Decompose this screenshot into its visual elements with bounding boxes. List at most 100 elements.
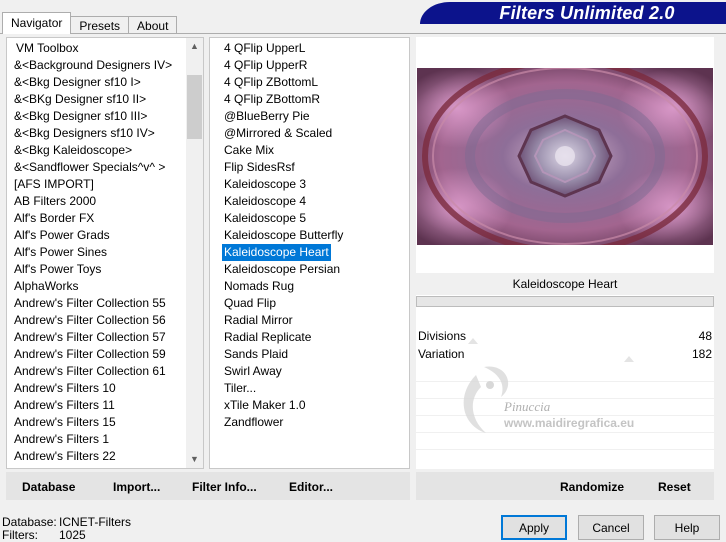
filter-item[interactable]: Swirl Away [210,363,409,380]
filter-item-label: Quad Flip [224,296,277,310]
filter-item-label: Zandflower [224,415,284,429]
category-list[interactable]: VM Toolbox &<Background Designers IV> &<Bk… [6,37,204,469]
filter-item[interactable]: Sands Plaid [210,346,409,363]
filter-item[interactable]: 4 QFlip ZBottomL [210,74,409,91]
category-item[interactable]: Alf's Power Grads [7,227,203,244]
preview-panel: Kaleidoscope Heart Divisions 48 Variatio… [416,37,714,469]
category-item[interactable]: Andrew's Filters 1 [7,431,203,448]
status-label: Database: [2,515,57,529]
cancel-button[interactable]: Cancel [578,515,644,540]
progress-bar [416,296,714,307]
category-item[interactable]: Andrew's Filter Collection 57 [7,329,203,346]
category-item[interactable]: Alf's Power Toys [7,261,203,278]
list-toolbar: Database Import... Filter Info... Editor… [6,472,410,500]
param-divider [416,432,714,433]
filter-item-label: Nomads Rug [224,279,295,293]
filter-item-label: xTile Maker 1.0 [224,398,306,412]
tab-about[interactable]: About [128,16,178,34]
help-button[interactable]: Help [654,515,720,540]
category-item[interactable]: AB Filters 2000 [7,193,203,210]
filter-item[interactable]: Nomads Rug [210,278,409,295]
param-divider [416,381,714,382]
category-item[interactable]: Andrew's Filter Collection 61 [7,363,203,380]
apply-button[interactable]: Apply [501,515,567,540]
scroll-up-icon[interactable]: ▲ [186,38,203,55]
filter-item[interactable]: Quad Flip [210,295,409,312]
preview-toolbar: Randomize Reset [416,472,714,500]
filter-item[interactable]: Radial Replicate [210,329,409,346]
randomize-button[interactable]: Randomize [560,472,624,500]
filter-item-label: Kaleidoscope 3 [224,177,307,191]
watermark-name: Pinuccia [503,399,551,414]
preview-image [417,68,713,245]
param-label: Divisions [418,329,467,343]
category-item[interactable]: &<BKg Designer sf10 II> [7,91,203,108]
tab-presets[interactable]: Presets [70,16,130,34]
category-item[interactable]: Andrew's Filters 15 [7,414,203,431]
filter-item-label: Kaleidoscope Butterfly [224,228,344,242]
filter-item-label: Sands Plaid [224,347,289,361]
filter-item[interactable]: 4 QFlip UpperL [210,40,409,57]
category-item[interactable]: Alf's Power Sines [7,244,203,261]
watermark-url: www.maidiregrafica.eu [503,416,634,430]
tab-navigator[interactable]: Navigator [2,12,72,34]
reset-button[interactable]: Reset [658,472,691,500]
tab-strip: Navigator Presets About [2,12,178,34]
category-item[interactable]: Andrew's Filter Collection 59 [7,346,203,363]
scrollbar-thumb[interactable] [187,75,202,139]
filter-item[interactable]: xTile Maker 1.0 [210,397,409,414]
filter-item[interactable]: Cake Mix [210,142,409,159]
category-item[interactable]: Andrew's Filter Collection 56 [7,312,203,329]
database-button[interactable]: Database [22,472,75,500]
scroll-down-icon[interactable]: ▼ [186,451,203,468]
param-value: 48 [698,329,712,343]
filter-item[interactable]: Kaleidoscope Persian [210,261,409,278]
category-item[interactable]: [AFS IMPORT] [7,176,203,193]
category-item[interactable]: &<Bkg Designer sf10 I> [7,74,203,91]
app-title: Filters Unlimited 2.0 [499,2,675,23]
filter-item[interactable]: Tiler... [210,380,409,397]
filter-item[interactable]: Kaleidoscope Butterfly [210,227,409,244]
category-item[interactable]: Alf's Border FX [7,210,203,227]
category-item[interactable]: &<Bkg Designers sf10 IV> [7,125,203,142]
category-item[interactable]: VM Toolbox [7,40,203,57]
filter-item[interactable]: Kaleidoscope 4 [210,193,409,210]
category-item[interactable]: &<Sandflower Specials^v^ > [7,159,203,176]
filter-item[interactable]: Kaleidoscope 3 [210,176,409,193]
filter-item-label: Tiler... [224,381,257,395]
status-database: Database: ICNET-Filters [2,515,131,529]
filter-item-label: 4 QFlip ZBottomL [224,75,319,89]
param-divider [416,398,714,399]
category-item[interactable]: &<Bkg Designer sf10 III> [7,108,203,125]
param-value: 182 [691,347,712,361]
filter-item[interactable]: 4 QFlip ZBottomR [210,91,409,108]
category-item[interactable]: Andrew's Filter Collection 55 [7,295,203,312]
filter-item-label: Radial Replicate [224,330,312,344]
filter-item[interactable]: Kaleidoscope Heart [210,243,409,262]
param-divisions[interactable]: Divisions 48 [416,328,714,345]
filter-item-label: @Mirrored & Scaled [224,126,333,140]
filter-item-label: Swirl Away [224,364,282,378]
category-item[interactable]: Andrew's Filters 22 [7,448,203,465]
filter-item[interactable]: Zandflower [210,414,409,431]
filter-item[interactable]: Kaleidoscope 5 [210,210,409,227]
import-button[interactable]: Import... [113,472,160,500]
filter-list[interactable]: 4 QFlip UpperL 4 QFlip UpperR 4 QFlip ZBot… [209,37,410,469]
category-item[interactable]: Andrew's Filters 11 [7,397,203,414]
filter-item[interactable]: 4 QFlip UpperR [210,57,409,74]
filter-item[interactable]: Radial Mirror [210,312,409,329]
filter-items: 4 QFlip UpperL 4 QFlip UpperR 4 QFlip ZBot… [210,40,409,431]
filter-item[interactable]: Flip SidesRsf [210,159,409,176]
category-item[interactable]: Andrew's Filters 10 [7,380,203,397]
filter-info-button[interactable]: Filter Info... [192,472,257,500]
category-item[interactable]: &<Background Designers IV> [7,57,203,74]
category-item[interactable]: AlphaWorks [7,278,203,295]
category-items: VM Toolbox &<Background Designers IV> &<Bk… [7,40,203,465]
editor-button[interactable]: Editor... [289,472,333,500]
param-variation[interactable]: Variation 182 [416,346,714,363]
param-label: Variation [418,347,465,361]
category-scrollbar[interactable]: ▲ ▼ [186,38,203,468]
filter-item[interactable]: @Mirrored & Scaled [210,125,409,142]
filter-item[interactable]: @BlueBerry Pie [210,108,409,125]
category-item[interactable]: &<Bkg Kaleidoscope> [7,142,203,159]
